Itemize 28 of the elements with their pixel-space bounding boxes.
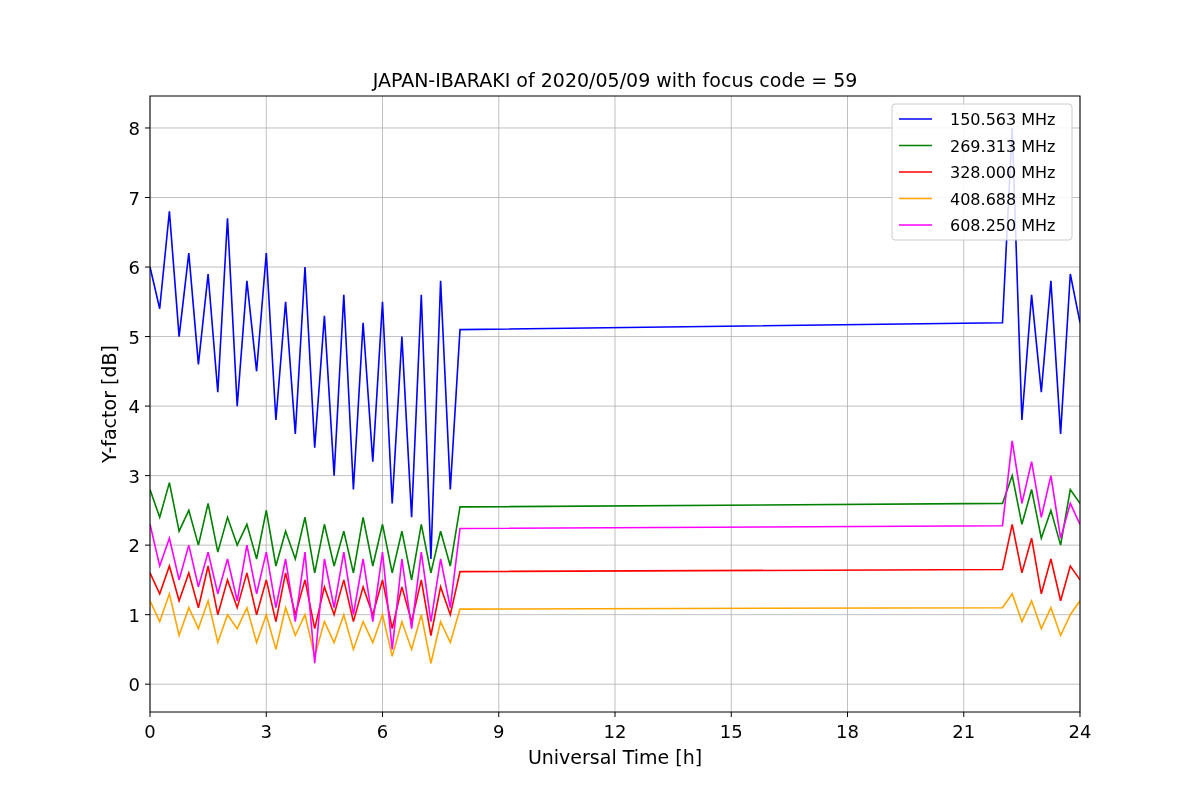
y-tick-label: 3 <box>128 465 140 487</box>
legend-label: 408.688 MHz <box>950 189 1056 209</box>
x-tick-label: 18 <box>836 721 859 742</box>
legend-label: 269.313 MHz <box>950 136 1056 156</box>
x-tick-label: 0 <box>144 721 156 742</box>
chart-title: JAPAN-IBARAKI of 2020/05/09 with focus code = 59 <box>372 69 858 91</box>
legend-label: 328.000 MHz <box>950 163 1056 182</box>
x-axis-label: Universal Time [h] <box>527 746 703 768</box>
y-tick-label: 4 <box>128 396 140 418</box>
legend-swatch <box>898 144 933 147</box>
legend-label: 608.250 MHz <box>950 216 1056 235</box>
legend-label: 150.563 MHz <box>950 110 1056 129</box>
legend-swatch <box>898 197 933 200</box>
x-tick-label: 24 <box>1068 721 1092 742</box>
y-tick-label: 5 <box>128 326 140 348</box>
x-tick-label: 3 <box>260 721 272 742</box>
y-tick-label: 1 <box>128 604 140 626</box>
y-tick-label: 6 <box>128 257 140 279</box>
y-tick-label: 2 <box>128 535 140 557</box>
y-tick-label: 7 <box>128 187 140 209</box>
y-tick-label: 0 <box>128 674 140 696</box>
x-tick-label: 12 <box>603 721 627 742</box>
x-tick-label: 21 <box>952 721 976 742</box>
x-tick-label: 6 <box>376 721 389 742</box>
x-tick-label: 9 <box>493 721 505 742</box>
y-axis-label: Y-factor [dB] <box>98 345 120 463</box>
y-tick-label: 8 <box>128 118 140 139</box>
x-tick-label: 15 <box>719 721 743 742</box>
